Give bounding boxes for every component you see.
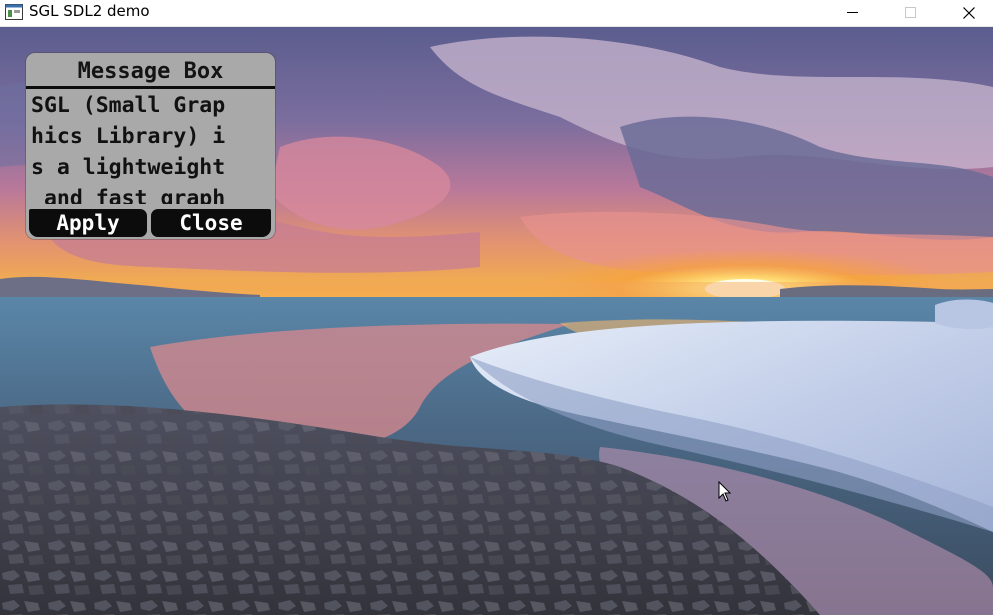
minimize-button[interactable] [830, 0, 876, 27]
close-icon [963, 7, 975, 19]
close-window-button[interactable] [946, 0, 992, 27]
window-title-bar[interactable]: SGL SDL2 demo [0, 0, 993, 27]
message-box[interactable]: Message Box SGL (Small Grap hics Library)… [26, 53, 275, 239]
message-box-text: SGL (Small Grap hics Library) i s a lightw… [31, 90, 271, 204]
message-box-title: Message Box [77, 59, 224, 84]
mouse-pointer-icon [718, 481, 732, 502]
message-line: hics Library) i [31, 124, 226, 149]
close-button[interactable]: Close [151, 209, 271, 237]
title-divider [26, 86, 275, 89]
maximize-button[interactable] [888, 0, 934, 27]
window-title: SGL SDL2 demo [29, 2, 150, 20]
maximize-icon [905, 7, 916, 18]
message-line: SGL (Small Grap [31, 93, 226, 118]
message-line: s a lightweight [31, 155, 226, 180]
minimize-icon [847, 12, 858, 13]
app-window-icon [5, 4, 23, 20]
message-line: and fast graph [31, 186, 226, 204]
apply-button[interactable]: Apply [29, 209, 147, 237]
